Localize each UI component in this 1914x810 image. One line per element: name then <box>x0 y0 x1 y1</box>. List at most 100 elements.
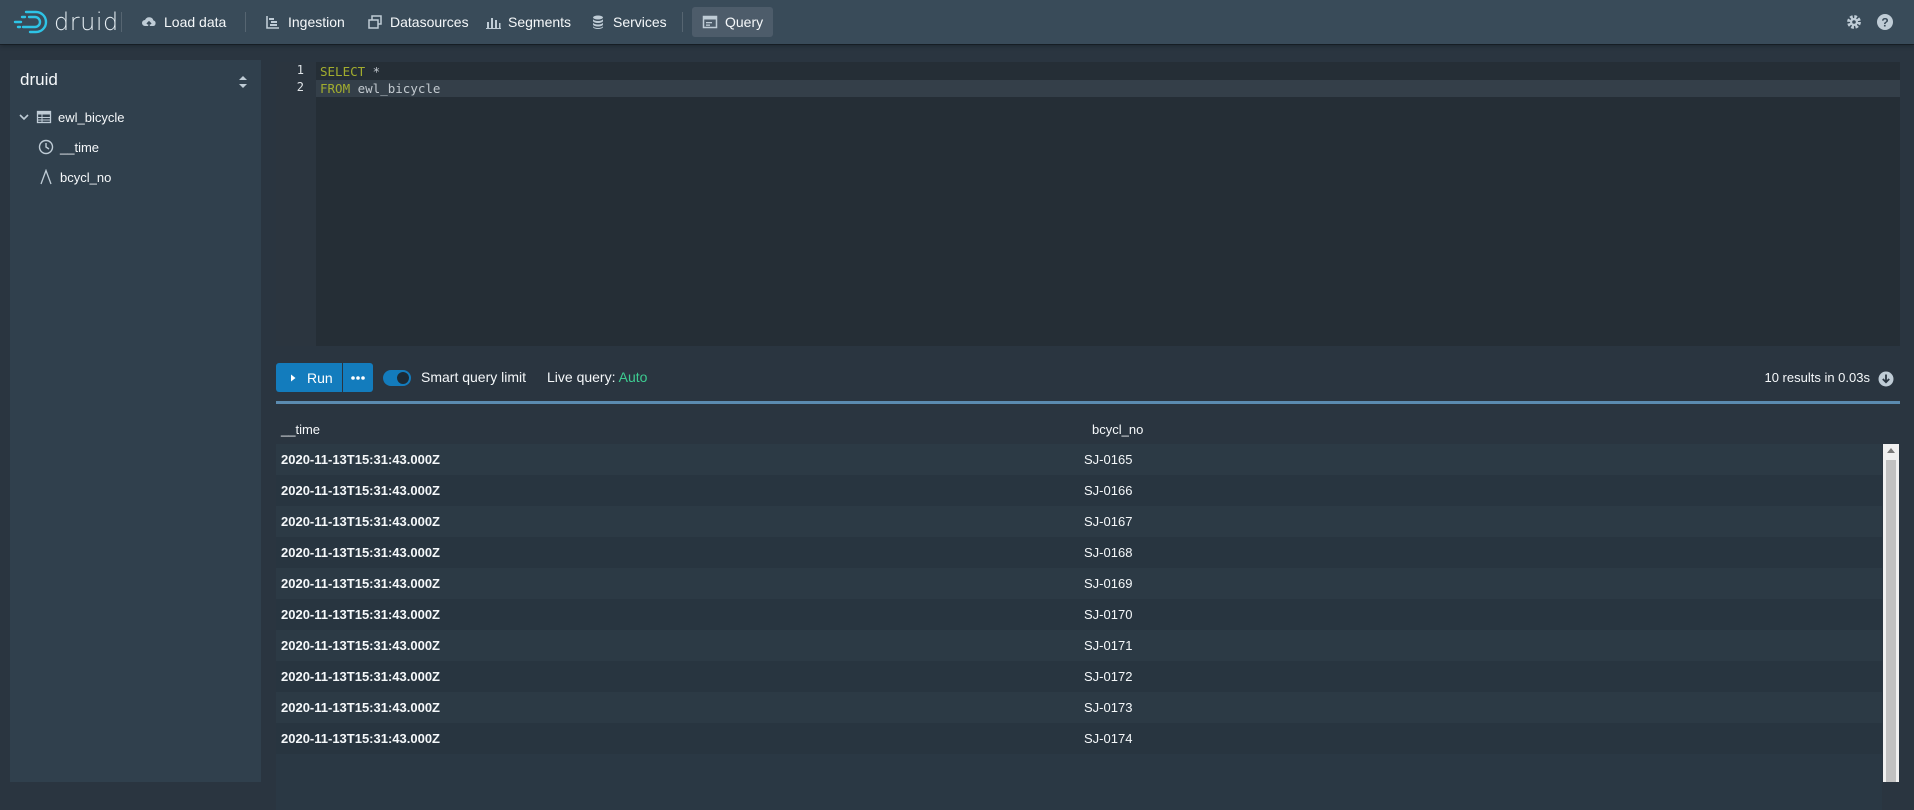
schema-sidebar: druid ewl_bicycle __time bcycl_no <box>10 60 261 782</box>
nav-services[interactable]: Services <box>580 7 677 37</box>
time-icon <box>38 139 54 155</box>
cell-time: 2020-11-13T15:31:43.000Z <box>281 545 441 560</box>
table-row[interactable]: 2020-11-13T15:31:43.000Z SJ-0168 <box>276 537 1882 568</box>
nav-divider <box>682 12 683 32</box>
nav-divider <box>121 12 122 32</box>
caret-up-down-icon[interactable] <box>237 74 249 90</box>
logo-text: druid <box>54 8 119 36</box>
string-column-icon <box>38 169 54 185</box>
table-icon <box>36 109 52 125</box>
live-query-label: Live query: <box>547 369 616 385</box>
run-button[interactable]: Run <box>276 363 342 392</box>
results-info: 10 results in 0.03s <box>1764 370 1870 385</box>
live-query-value: Auto <box>618 369 648 385</box>
nav-ingestion-label: Ingestion <box>288 14 345 30</box>
cell-bcycl-no: SJ-0171 <box>1084 638 1133 653</box>
nav-ingestion[interactable]: Ingestion <box>255 7 355 37</box>
gear-icon[interactable] <box>1845 13 1863 31</box>
cell-bcycl-no: SJ-0169 <box>1084 576 1133 591</box>
nav-load-data-label: Load data <box>164 14 227 30</box>
nav-datasources[interactable]: Datasources <box>357 7 479 37</box>
help-icon[interactable]: ? <box>1876 13 1894 31</box>
table-row[interactable]: 2020-11-13T15:31:43.000Z SJ-0171 <box>276 630 1882 661</box>
table-row[interactable]: 2020-11-13T15:31:43.000Z SJ-0167 <box>276 506 1882 537</box>
cell-time: 2020-11-13T15:31:43.000Z <box>281 576 441 591</box>
tree-item-label: ewl_bicycle <box>58 109 125 125</box>
code-line-1[interactable]: SELECT * <box>320 63 380 80</box>
druid-logo-icon <box>13 10 48 34</box>
cloud-upload-icon <box>141 14 157 30</box>
table-row[interactable]: 2020-11-13T15:31:43.000Z SJ-0172 <box>276 661 1882 692</box>
nav-load-data[interactable]: Load data <box>131 7 236 37</box>
nav-query[interactable]: Query <box>692 7 774 37</box>
cell-time: 2020-11-13T15:31:43.000Z <box>281 452 441 467</box>
cell-time: 2020-11-13T15:31:43.000Z <box>281 700 441 715</box>
cell-bcycl-no: SJ-0174 <box>1084 731 1133 746</box>
table-row[interactable]: 2020-11-13T15:31:43.000Z SJ-0165 <box>276 444 1882 475</box>
live-query-control[interactable]: Live query: Auto <box>547 369 647 385</box>
play-icon <box>291 374 296 381</box>
download-icon[interactable] <box>1878 371 1894 387</box>
table-row[interactable]: 2020-11-13T15:31:43.000Z SJ-0170 <box>276 599 1882 630</box>
druid-logo[interactable]: druid <box>12 8 119 36</box>
scroll-up-arrow[interactable] <box>1887 448 1895 453</box>
cell-bcycl-no: SJ-0172 <box>1084 669 1133 684</box>
run-button-label: Run <box>307 369 333 386</box>
nav-services-label: Services <box>613 14 667 30</box>
nav-segments[interactable]: Segments <box>475 7 581 37</box>
results-table: __time bcycl_no 2020-11-13T15:31:43.000Z… <box>276 416 1900 810</box>
cell-bcycl-no: SJ-0173 <box>1084 700 1133 715</box>
cell-time: 2020-11-13T15:31:43.000Z <box>281 669 441 684</box>
nav-datasources-label: Datasources <box>390 14 469 30</box>
column-header-bcycl-no[interactable]: bcycl_no <box>1092 422 1143 437</box>
chevron-down-icon[interactable] <box>18 109 30 125</box>
cell-time: 2020-11-13T15:31:43.000Z <box>281 514 441 529</box>
top-navbar: druid Load data Ingestion Datasources Se… <box>0 0 1914 44</box>
scroll-thumb[interactable] <box>1886 460 1896 782</box>
tree-item-label: bcycl_no <box>60 169 112 185</box>
database-icon <box>590 14 606 30</box>
application-icon <box>702 14 718 30</box>
column-header-time[interactable]: __time <box>281 422 320 437</box>
table-row[interactable]: 2020-11-13T15:31:43.000Z SJ-0166 <box>276 475 1882 506</box>
cell-bcycl-no: SJ-0167 <box>1084 514 1133 529</box>
smart-query-limit-label[interactable]: Smart query limit <box>421 369 526 385</box>
table-scrollbar[interactable] <box>1883 444 1899 782</box>
table-row[interactable]: 2020-11-13T15:31:43.000Z SJ-0169 <box>276 568 1882 599</box>
line-number: 1 <box>296 63 304 77</box>
cell-bcycl-no: SJ-0170 <box>1084 607 1133 622</box>
cell-time: 2020-11-13T15:31:43.000Z <box>281 731 441 746</box>
sql-text: ewl_bicycle <box>350 81 441 96</box>
multi-select-icon <box>367 14 383 30</box>
schema-name[interactable]: druid <box>20 70 58 90</box>
results-divider <box>276 401 1900 404</box>
nav-divider <box>245 12 246 32</box>
line-number: 2 <box>296 80 304 94</box>
sql-text: * <box>365 64 381 79</box>
table-row[interactable]: 2020-11-13T15:31:43.000Z SJ-0173 <box>276 692 1882 723</box>
editor-active-line <box>316 80 1900 97</box>
tree-item-ewl-bicycle[interactable]: ewl_bicycle <box>18 105 124 129</box>
table-empty-area <box>276 754 1882 810</box>
cell-time: 2020-11-13T15:31:43.000Z <box>281 483 441 498</box>
svg-text:?: ? <box>1881 16 1888 30</box>
nav-query-label: Query <box>725 14 764 30</box>
table-row[interactable]: 2020-11-13T15:31:43.000Z SJ-0174 <box>276 723 1882 754</box>
sql-editor[interactable]: 1 2 SELECT * FROM ewl_bicycle <box>276 62 1900 346</box>
tree-item-label: __time <box>60 139 100 155</box>
cell-bcycl-no: SJ-0168 <box>1084 545 1133 560</box>
sql-keyword: FROM <box>320 81 351 96</box>
more-options-button[interactable] <box>343 363 373 392</box>
cell-time: 2020-11-13T15:31:43.000Z <box>281 607 441 622</box>
cell-time: 2020-11-13T15:31:43.000Z <box>281 638 441 653</box>
tree-item-bcycl-no[interactable]: bcycl_no <box>38 165 111 189</box>
nav-segments-label: Segments <box>508 14 572 30</box>
code-line-2[interactable]: FROM ewl_bicycle <box>320 80 440 97</box>
cell-bcycl-no: SJ-0165 <box>1084 452 1133 467</box>
stacked-chart-icon <box>485 14 501 30</box>
editor-gutter <box>276 62 316 346</box>
smart-query-limit-toggle[interactable] <box>383 370 411 386</box>
cell-bcycl-no: SJ-0166 <box>1084 483 1133 498</box>
more-icon <box>351 375 365 380</box>
tree-item-time[interactable]: __time <box>38 135 99 159</box>
